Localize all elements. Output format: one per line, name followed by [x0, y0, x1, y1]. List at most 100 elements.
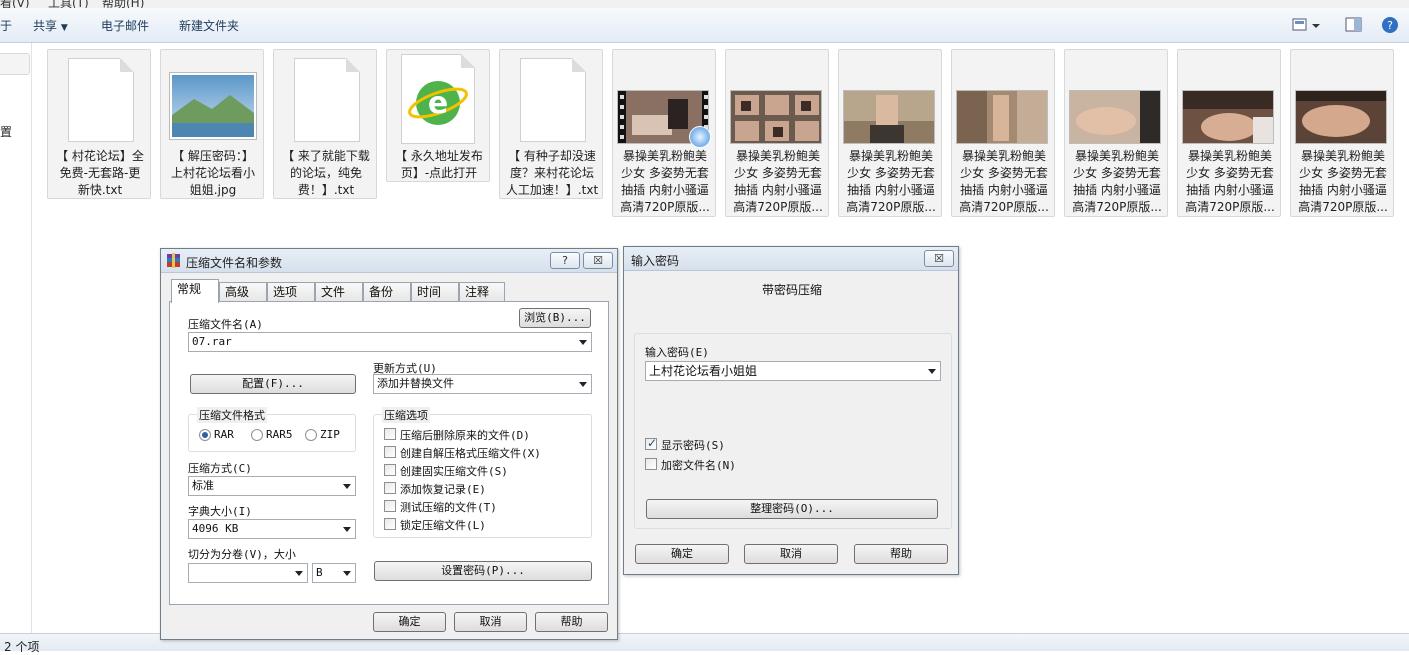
file-item[interactable]: 暴操美乳粉鲍美 少女 多姿势无套 抽插 内射小骚逼 高清720P原版...: [951, 49, 1055, 217]
menu-help[interactable]: 帮助(H): [102, 0, 144, 8]
tab-backup[interactable]: 备份: [363, 282, 411, 302]
archive-dialog-title: 压缩文件名和参数: [186, 256, 283, 270]
video-thumbnail: [843, 90, 935, 144]
set-password-button[interactable]: 设置密码(P)...: [374, 561, 592, 581]
file-item[interactable]: 【 来了就能下载 的论坛，纯免 费！】.txt: [273, 49, 377, 199]
file-item[interactable]: 暴操美乳粉鲍美 少女 多姿势无套 抽插 内射小骚逼 高清720P原版...: [725, 49, 829, 217]
file-name-line: 少女 多姿势无套: [1073, 166, 1161, 180]
file-item[interactable]: e 【 永久地址发布 页】-点此打开: [386, 49, 490, 182]
split-unit-value: B: [316, 566, 323, 579]
archive-options-group: 压缩选项 压缩后删除原来的文件(D) 创建自解压格式压缩文件(X) 创建固实压缩…: [373, 407, 592, 538]
video-thumbnail: [1295, 90, 1387, 144]
file-item[interactable]: 暴操美乳粉鲍美 少女 多姿势无套 抽插 内射小骚逼 高清720P原版...: [1290, 49, 1394, 217]
tab-options[interactable]: 选项: [267, 282, 315, 302]
delete-after-checkbox[interactable]: [384, 428, 396, 440]
file-item[interactable]: 【 有种子却没速 度？来村花论坛 人工加速！】.txt: [499, 49, 603, 199]
archive-format-group-label: 压缩文件格式: [197, 407, 267, 423]
update-mode-select[interactable]: 添加并替换文件: [373, 374, 592, 394]
tab-time[interactable]: 时间: [411, 282, 459, 302]
file-name-line: 【 村花论坛】全: [56, 149, 144, 163]
tab-comment[interactable]: 注释: [459, 282, 505, 302]
sfx-checkbox[interactable]: [384, 446, 396, 458]
file-name-line: 免费-无套路-更: [59, 166, 141, 180]
chevron-down-icon: [579, 382, 587, 387]
split-volumes-label: 切分为分卷(V)，大小: [188, 548, 296, 561]
browse-button[interactable]: 浏览(B)...: [519, 308, 591, 328]
video-thumbnail: [1182, 90, 1274, 144]
recovery-record-checkbox[interactable]: [384, 482, 396, 494]
svg-text:?: ?: [1387, 19, 1393, 32]
close-button[interactable]: ☒: [583, 252, 613, 269]
navigation-pane: 置: [0, 43, 32, 633]
file-name-line: 抽插 内射小骚逼: [847, 183, 935, 197]
preview-pane-icon[interactable]: [1345, 16, 1363, 34]
ok-button[interactable]: 确定: [373, 612, 446, 632]
menu-tools[interactable]: 工具(T): [48, 0, 89, 8]
test-files-checkbox[interactable]: [384, 500, 396, 512]
solid-checkbox[interactable]: [384, 464, 396, 476]
file-name-line: 高清720P原版...: [846, 200, 936, 214]
cancel-button[interactable]: 取消: [454, 612, 527, 632]
format-zip-radio[interactable]: [305, 429, 317, 441]
file-name-line: 暴操美乳粉鲍美: [1300, 149, 1385, 163]
split-size-input[interactable]: [188, 563, 308, 583]
profiles-button[interactable]: 配置(F)...: [190, 374, 356, 394]
nav-selected-item[interactable]: [0, 53, 30, 75]
help-button[interactable]: 帮助: [535, 612, 608, 632]
file-item[interactable]: 暴操美乳粉鲍美 少女 多姿势无套 抽插 内射小骚逼 高清720P原版...: [612, 49, 716, 217]
file-item[interactable]: 暴操美乳粉鲍美 少女 多姿势无套 抽插 内射小骚逼 高清720P原版...: [1177, 49, 1281, 217]
file-item[interactable]: 【 村花论坛】全 免费-无套路-更 新快.txt: [47, 49, 151, 199]
toolbar-partial-item[interactable]: 于: [0, 17, 12, 34]
chevron-down-icon: [343, 527, 351, 532]
method-select[interactable]: 标准: [188, 476, 356, 496]
tab-files[interactable]: 文件: [315, 282, 363, 302]
help-icon[interactable]: ?: [1381, 16, 1399, 34]
file-item[interactable]: 暴操美乳粉鲍美 少女 多姿势无套 抽插 内射小骚逼 高清720P原版...: [1064, 49, 1168, 217]
view-options-icon[interactable]: [1292, 16, 1324, 34]
option-label: 测试压缩的文件(T): [400, 501, 497, 514]
help-title-button[interactable]: ?: [550, 252, 580, 269]
file-name-line: 暴操美乳粉鲍美: [1074, 149, 1159, 163]
split-unit-select[interactable]: B: [312, 563, 356, 583]
format-rar5-radio[interactable]: [251, 429, 263, 441]
ok-button[interactable]: 确定: [635, 544, 729, 564]
new-folder-button[interactable]: 新建文件夹: [179, 17, 239, 34]
password-group: 输入密码(E) 上村花论坛看小姐姐 显示密码(S) 加密文件名(N) 整理密码(…: [634, 333, 952, 529]
help-button[interactable]: 帮助: [854, 544, 948, 564]
file-name-line: 页】-点此打开: [400, 166, 478, 180]
dictionary-select[interactable]: 4096 KB: [188, 519, 356, 539]
show-password-checkbox[interactable]: [645, 436, 657, 450]
email-button[interactable]: 电子邮件: [101, 17, 149, 34]
tab-general[interactable]: 常规: [171, 279, 219, 303]
format-rar-label: RAR: [214, 428, 234, 441]
cancel-button[interactable]: 取消: [744, 544, 838, 564]
lock-archive-checkbox[interactable]: [384, 518, 396, 530]
text-file-icon: [294, 58, 360, 142]
file-name-line: 高清720P原版...: [959, 200, 1049, 214]
close-button[interactable]: ☒: [924, 250, 954, 267]
archive-dialog-titlebar[interactable]: 压缩文件名和参数 ? ☒: [161, 249, 617, 273]
organize-passwords-button[interactable]: 整理密码(O)...: [646, 499, 938, 519]
file-item[interactable]: 暴操美乳粉鲍美 少女 多姿势无套 抽插 内射小骚逼 高清720P原版...: [838, 49, 942, 217]
file-item[interactable]: 【 解压密码：】 上村花论坛看小 姐姐.jpg: [160, 49, 264, 199]
menu-bar: 看(V) 工具(T) 帮助(H): [0, 0, 1409, 8]
password-label: 输入密码(E): [645, 346, 709, 359]
menu-view[interactable]: 看(V): [0, 0, 30, 8]
archive-format-group: 压缩文件格式 RAR RAR5 ZIP: [188, 407, 356, 452]
file-name-line: 人工加速！】.txt: [505, 183, 599, 197]
share-menu[interactable]: 共享 ▼: [33, 17, 68, 34]
tab-advanced[interactable]: 高级: [219, 282, 267, 302]
password-dialog-titlebar[interactable]: 输入密码 ☒: [624, 247, 958, 271]
password-input[interactable]: 上村花论坛看小姐姐: [645, 361, 941, 381]
update-mode-value: 添加并替换文件: [377, 377, 454, 390]
file-name-line: 抽插 内射小骚逼: [960, 183, 1048, 197]
nav-item-partial[interactable]: 置: [0, 123, 12, 140]
password-value: 上村花论坛看小姐姐: [649, 364, 758, 378]
file-name-line: 暴操美乳粉鲍美: [1187, 149, 1272, 163]
file-name-line: 姐姐.jpg: [189, 183, 237, 197]
winrar-icon: [166, 253, 181, 268]
archive-name-input[interactable]: 07.rar: [188, 332, 592, 352]
encrypt-file-names-checkbox[interactable]: [645, 458, 657, 470]
password-dialog-header: 带密码压缩: [761, 283, 822, 297]
format-rar-radio[interactable]: [199, 429, 211, 441]
